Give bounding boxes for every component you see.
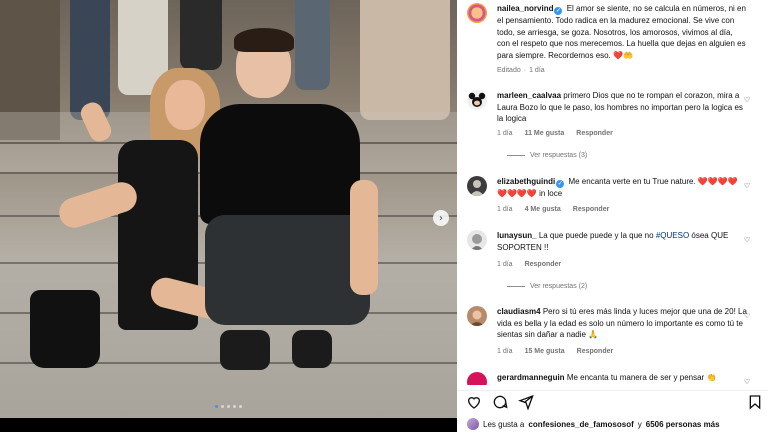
edited-label: Editado	[497, 67, 521, 74]
avatar[interactable]	[467, 306, 487, 326]
meta-separator: ·	[523, 67, 527, 74]
comment-item: gerardmanneguin Me encanta tu manera de …	[467, 372, 757, 385]
reply-button[interactable]: Responder	[573, 206, 610, 213]
comment-text-end: in loce	[539, 189, 563, 198]
comment-likes[interactable]: 11 Me gusta	[525, 130, 565, 137]
comment-age: 1 día	[497, 348, 513, 355]
likes-middle: y	[637, 419, 642, 429]
comment-age: 1 día	[497, 261, 513, 268]
view-replies-button[interactable]: Ver respuestas (2)	[507, 283, 587, 290]
heart-icon[interactable]: ♡	[743, 96, 751, 104]
bookmark-icon	[749, 395, 761, 410]
instagram-post-viewer: › nailea_norvind ✓ El amor se siente, no …	[0, 0, 768, 432]
next-photo-button[interactable]: ›	[433, 210, 449, 226]
comment-likes[interactable]: 15 Me gusta	[525, 348, 565, 355]
comments-panel: nailea_norvind ✓ El amor se siente, no se…	[457, 0, 768, 432]
comment-text: Me encanta verte en tu True nature.	[568, 177, 696, 186]
heart-icon[interactable]: ♡	[743, 236, 751, 244]
chevron-right-icon: ›	[439, 212, 443, 224]
heart-icon[interactable]: ♡	[743, 312, 751, 320]
likes-summary[interactable]: Les gusta a confesiones_de_famososof y 6…	[467, 418, 720, 430]
comment-text: La que puede puede y la que no	[538, 231, 654, 240]
avatar[interactable]	[467, 230, 487, 250]
likes-prefix: Les gusta a	[483, 419, 525, 429]
verified-icon: ✓	[556, 180, 565, 188]
reply-button[interactable]: Responder	[525, 261, 562, 268]
view-replies-label: Ver respuestas (2)	[530, 283, 588, 290]
comment-text: Me encanta tu manera de ser y pensar 👏	[566, 373, 717, 382]
avatar[interactable]	[467, 372, 487, 385]
comments-scroll[interactable]: nailea_norvind ✓ El amor se siente, no se…	[457, 0, 768, 385]
comment-icon	[493, 395, 508, 409]
post-actions	[457, 390, 768, 412]
likes-count[interactable]: 6506 personas más	[646, 420, 720, 429]
comment-username[interactable]: lunaysun_	[497, 231, 537, 240]
view-replies-button[interactable]: Ver respuestas (3)	[507, 152, 587, 159]
comment-username[interactable]: marleen_caalvaa	[497, 91, 561, 100]
comment-username[interactable]: gerardmanneguin	[497, 373, 565, 382]
author-username[interactable]: nailea_norvind	[497, 4, 553, 13]
comment-age: 1 día	[497, 206, 513, 213]
comment-likes[interactable]: 4 Me gusta	[525, 206, 561, 213]
post-age: 1 día	[529, 67, 545, 74]
avatar[interactable]	[467, 176, 487, 196]
heart-icon[interactable]: ♡	[743, 182, 751, 190]
comment-button[interactable]	[492, 394, 508, 410]
share-icon	[517, 394, 534, 411]
avatar[interactable]	[467, 90, 487, 110]
post-photo[interactable]: ›	[0, 0, 457, 418]
comment-item: lunaysun_ La que puede puede y la que no…	[467, 230, 757, 300]
reply-button[interactable]: Responder	[577, 348, 614, 355]
liker-username[interactable]: confesiones_de_famososof	[528, 420, 633, 429]
reply-button[interactable]: Responder	[576, 130, 613, 137]
save-button[interactable]	[747, 394, 763, 410]
like-button[interactable]	[466, 394, 482, 410]
comment-username[interactable]: claudiasm4	[497, 307, 541, 316]
comment-username[interactable]: elizabethguindi	[497, 177, 555, 186]
carousel-indicator	[0, 405, 457, 408]
avatar	[467, 418, 479, 430]
comment-item: elizabethguindi ✓ Me encanta verte en tu …	[467, 176, 757, 222]
share-button[interactable]	[517, 394, 534, 411]
post-caption: nailea_norvind ✓ El amor se siente, no se…	[467, 3, 757, 78]
hashtag-link[interactable]: #QUESO	[656, 231, 689, 240]
avatar[interactable]	[467, 3, 487, 23]
heart-icon	[467, 397, 481, 409]
comment-item: marleen_caalvaa primero Dios que no te r…	[467, 90, 757, 170]
comment-age: 1 día	[497, 130, 513, 137]
view-replies-label: Ver respuestas (3)	[530, 152, 588, 159]
comment-item: claudiasm4 Pero si tú eres más linda y l…	[467, 306, 757, 364]
heart-icon[interactable]: ♡	[743, 378, 751, 385]
verified-icon: ✓	[554, 7, 563, 15]
